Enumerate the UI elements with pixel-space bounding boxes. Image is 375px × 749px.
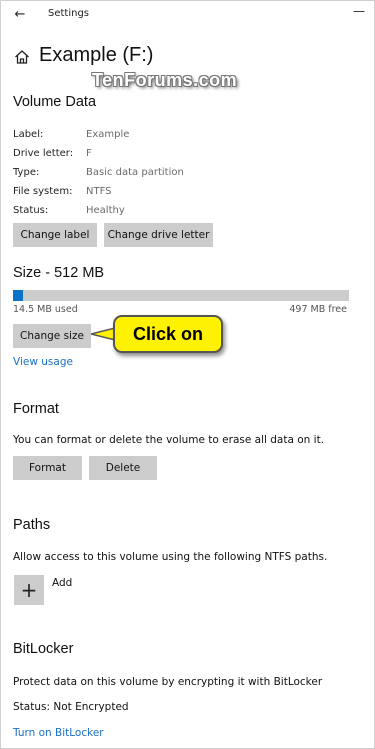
add-path-label[interactable]: Add bbox=[52, 577, 72, 589]
page-title: Example (F:) bbox=[39, 44, 154, 66]
add-path-button[interactable]: + bbox=[14, 575, 44, 605]
change-drive-letter-button[interactable]: Change drive letter bbox=[104, 223, 213, 247]
drive-letter-key: Drive letter: bbox=[13, 148, 74, 159]
settings-window: ← Settings — Example (F:) TenForums.com … bbox=[0, 0, 375, 749]
type-key: Type: bbox=[13, 167, 40, 178]
size-heading: Size - 512 MB bbox=[13, 265, 105, 281]
label-key: Label: bbox=[13, 129, 44, 140]
change-size-button[interactable]: Change size bbox=[13, 324, 91, 348]
status-key: Status: bbox=[13, 205, 49, 216]
bitlocker-status: Status: Not Encrypted bbox=[13, 701, 129, 713]
used-space-text: 14.5 MB used bbox=[13, 304, 78, 315]
file-system-key: File system: bbox=[13, 186, 73, 197]
window-title: Settings bbox=[48, 8, 90, 19]
volume-data-heading: Volume Data bbox=[13, 94, 97, 110]
format-heading: Format bbox=[13, 401, 59, 417]
status-value: Healthy bbox=[86, 205, 125, 216]
back-arrow-icon[interactable]: ← bbox=[9, 5, 31, 25]
paths-description: Allow access to this volume using the fo… bbox=[13, 551, 328, 563]
bitlocker-description: Protect data on this volume by encryptin… bbox=[13, 676, 323, 688]
format-button[interactable]: Format bbox=[13, 456, 82, 480]
bitlocker-heading: BitLocker bbox=[13, 641, 74, 657]
title-bar: ← Settings — bbox=[1, 1, 374, 31]
drive-letter-value: F bbox=[86, 148, 92, 159]
callout-pointer bbox=[91, 327, 115, 341]
format-description: You can format or delete the volume to e… bbox=[13, 434, 325, 446]
usage-progress-fill bbox=[13, 290, 23, 301]
plus-icon: + bbox=[20, 578, 38, 602]
turn-on-bitlocker-link[interactable]: Turn on BitLocker bbox=[13, 727, 104, 739]
type-value: Basic data partition bbox=[86, 167, 184, 178]
change-label-button[interactable]: Change label bbox=[13, 223, 97, 247]
usage-progress-bar bbox=[13, 290, 349, 301]
watermark: TenForums.com bbox=[92, 70, 238, 90]
label-value: Example bbox=[86, 129, 130, 140]
free-space-text: 497 MB free bbox=[289, 304, 347, 315]
delete-button[interactable]: Delete bbox=[89, 456, 157, 480]
file-system-value: NTFS bbox=[86, 186, 112, 197]
click-on-callout: Click on bbox=[113, 315, 223, 353]
minimize-button[interactable]: — bbox=[349, 1, 369, 21]
paths-heading: Paths bbox=[13, 517, 51, 533]
view-usage-link[interactable]: View usage bbox=[13, 356, 73, 368]
home-icon bbox=[15, 50, 29, 64]
